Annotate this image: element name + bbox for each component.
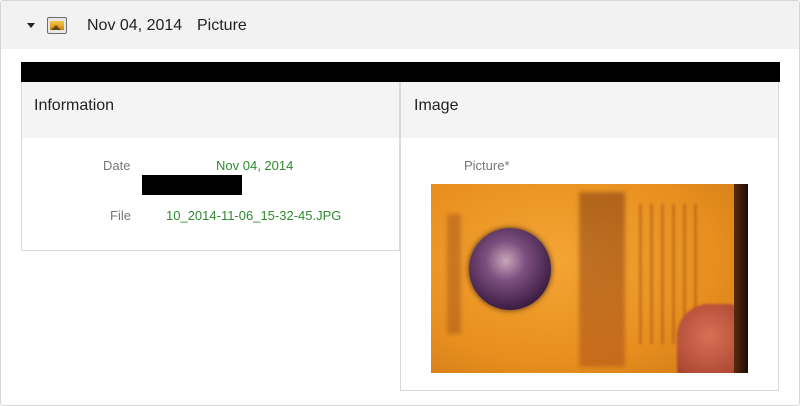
record-header[interactable]: Nov 04, 2014 Picture	[1, 1, 799, 49]
file-value[interactable]: 10_2014-11-06_15-32-45.JPG	[166, 208, 341, 223]
header-date: Nov 04, 2014	[87, 17, 183, 34]
picture-thumbnail[interactable]	[431, 184, 748, 373]
file-label: File	[110, 208, 131, 223]
date-label: Date	[103, 158, 131, 173]
redacted-value	[142, 175, 242, 195]
header-type: Picture	[197, 17, 247, 34]
information-title: Information	[34, 97, 115, 114]
image-icon-mountain	[51, 25, 61, 30]
book-globe-graphic	[469, 228, 551, 310]
photo-edge	[734, 184, 748, 373]
image-title: Image	[414, 97, 459, 114]
information-panel-header: Information	[22, 82, 399, 138]
date-value: Nov 04, 2014	[216, 158, 294, 173]
information-panel: Information Date Nov 04, 2014 File 10_20…	[21, 82, 400, 251]
book-title-text	[579, 192, 625, 367]
image-icon	[47, 17, 67, 34]
book-spine-text	[447, 214, 461, 334]
picture-label: Picture*	[464, 158, 510, 173]
redacted-bar	[21, 62, 780, 82]
image-panel-header: Image	[401, 82, 778, 138]
image-panel: Image Picture*	[400, 82, 779, 391]
caret-down-icon[interactable]	[27, 23, 35, 28]
